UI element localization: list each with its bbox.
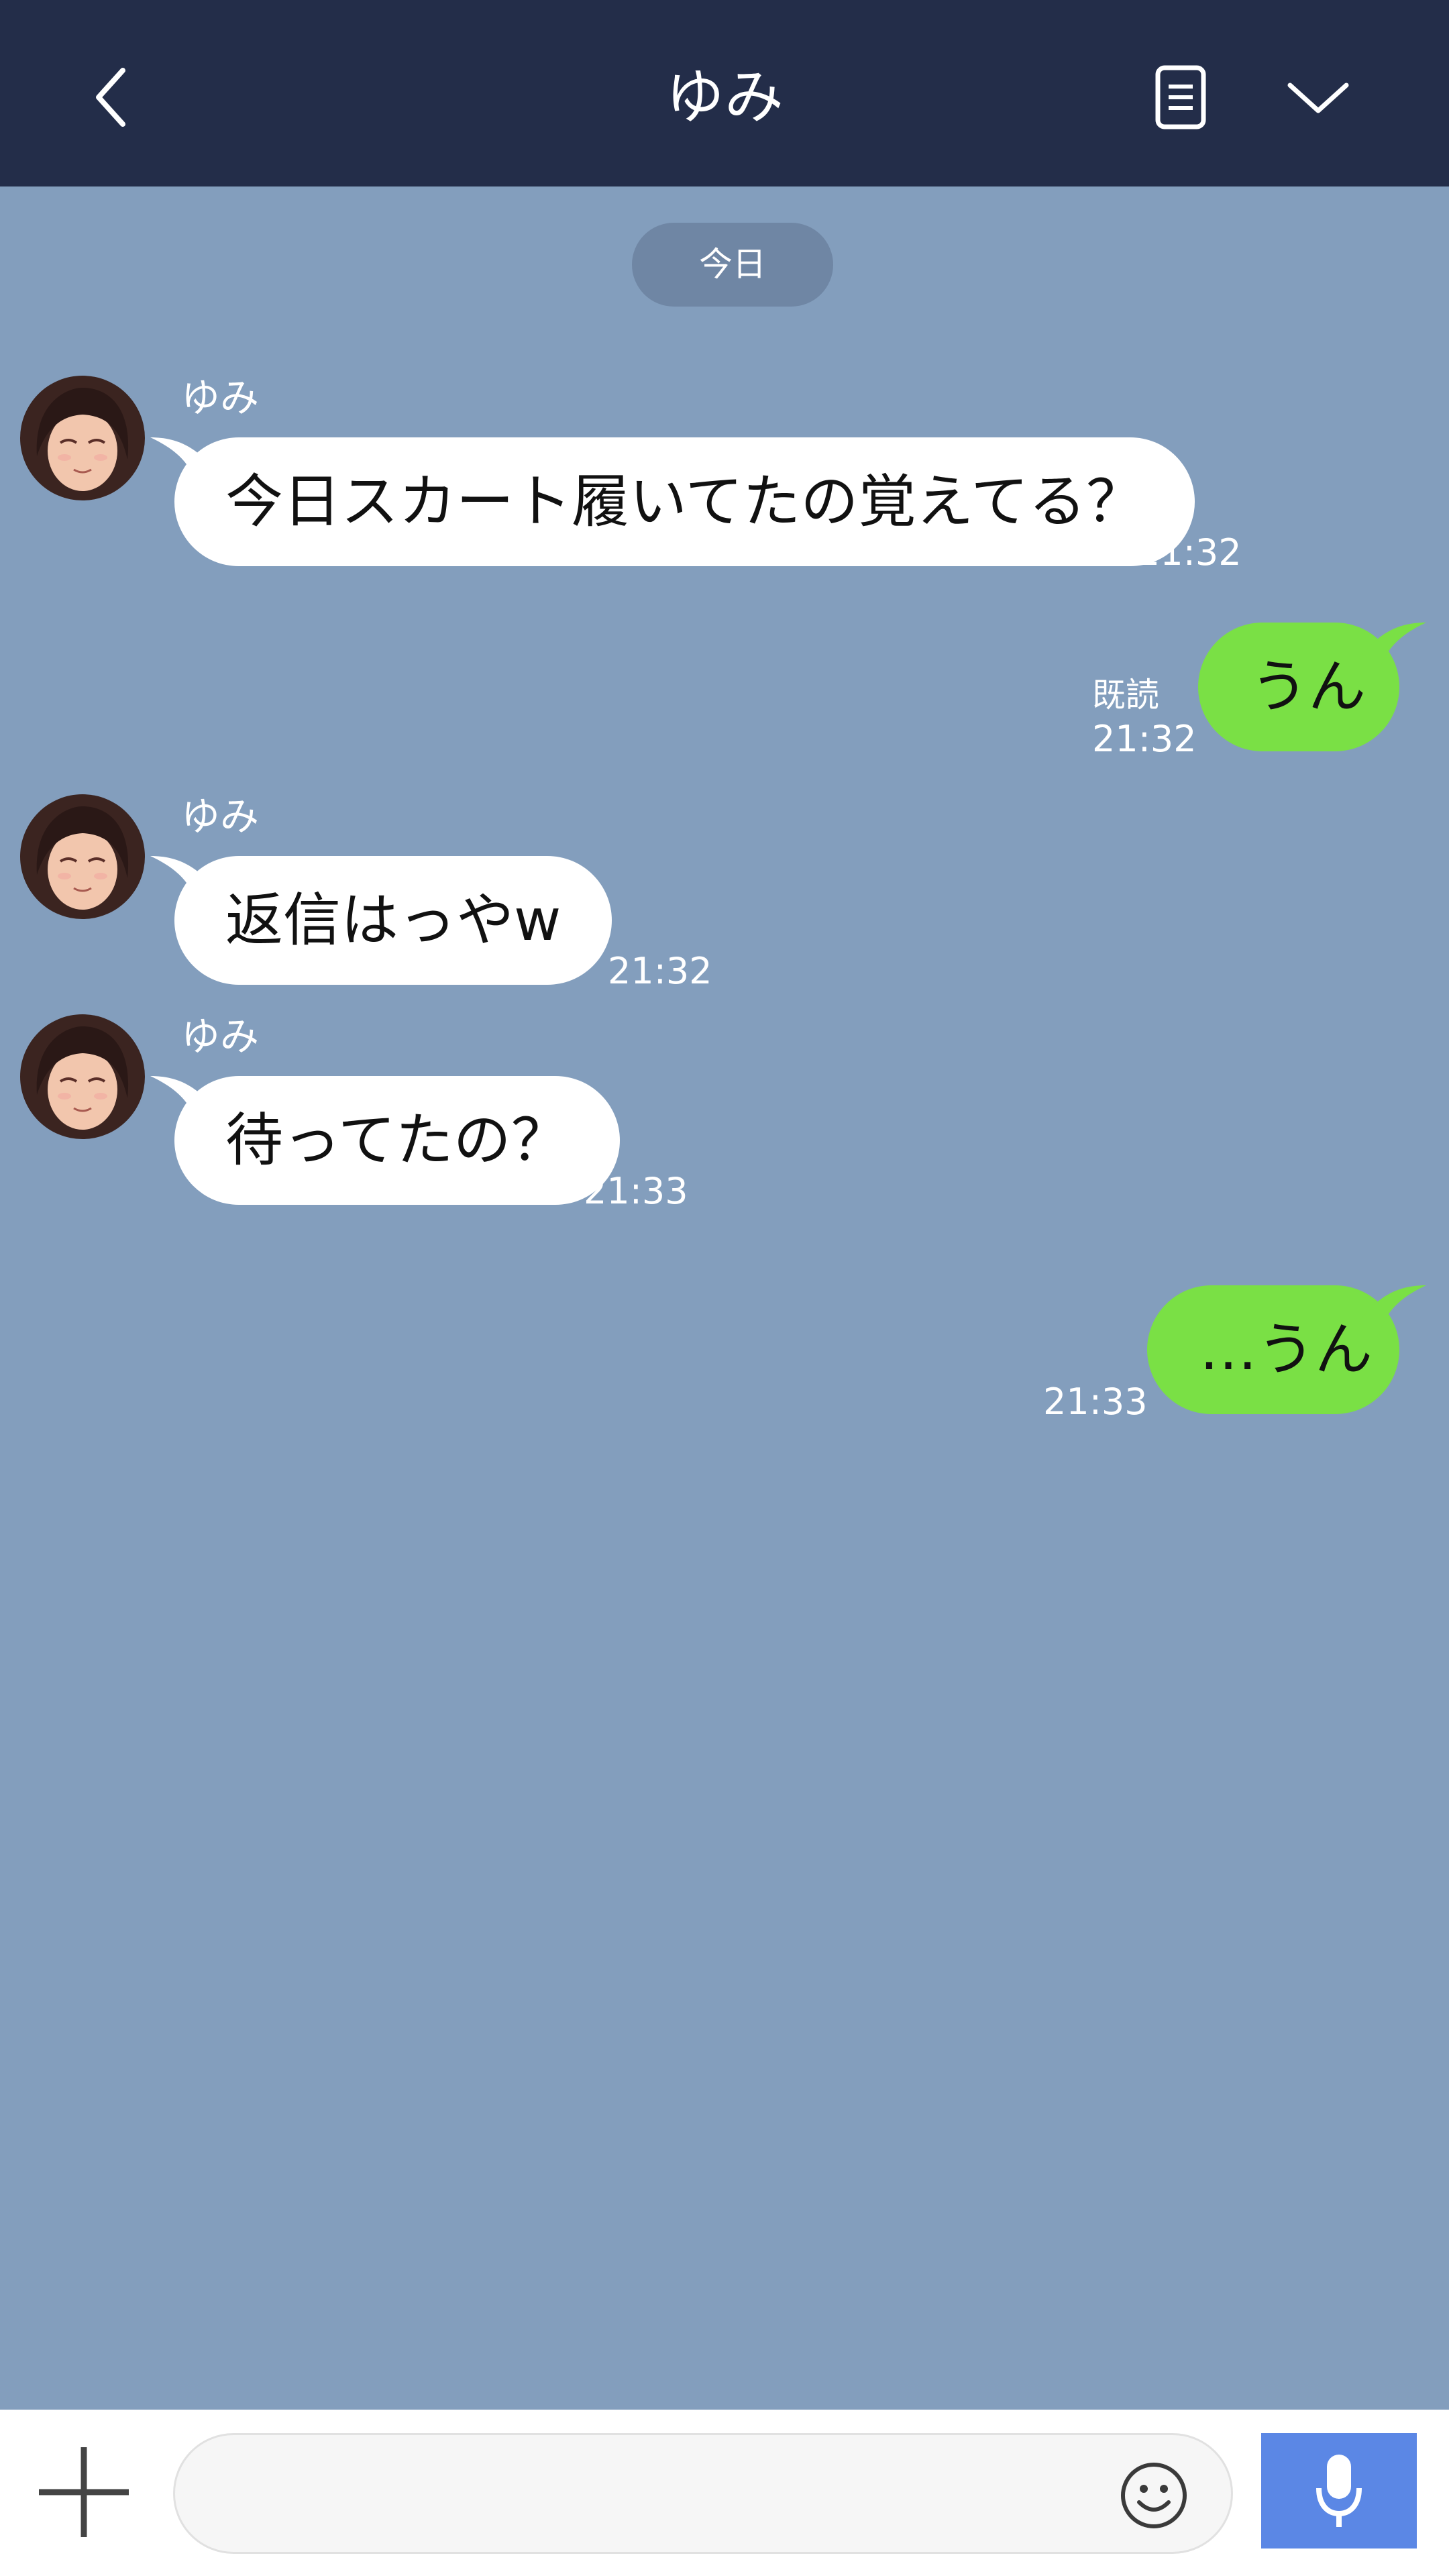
notes-button[interactable] (1144, 60, 1218, 134)
message-input[interactable] (173, 2433, 1233, 2554)
plus-icon (39, 2447, 129, 2537)
message-bubble[interactable]: 今日スカート履いてたの覚えてる？ (150, 437, 1195, 566)
message-time: 21:33 (584, 1170, 688, 1212)
avatar[interactable] (20, 376, 145, 500)
message-text: …うん (1199, 1316, 1373, 1383)
microphone-icon (1316, 2455, 1362, 2527)
message-text: 今日スカート履いてたの覚えてる？ (225, 468, 1144, 535)
bubble-tail (1352, 623, 1426, 672)
message-bubble[interactable]: 返信はっやw (150, 856, 612, 985)
menu-button[interactable] (1281, 60, 1355, 134)
message-time: 21:32 (608, 950, 712, 992)
avatar-image (20, 376, 145, 500)
smiley-icon (1121, 2463, 1187, 2528)
sender-name: ゆみ (181, 375, 260, 421)
message-time: 21:32 (1137, 531, 1242, 574)
message-time: 21:32 (1092, 718, 1197, 760)
bubble-tail (1352, 1285, 1426, 1335)
sender-name: ゆみ (181, 1014, 260, 1059)
message-text: うん (1250, 653, 1366, 720)
voice-button[interactable] (1261, 2433, 1417, 2548)
read-receipt: 既読 (1092, 676, 1159, 714)
add-attachment-button[interactable] (34, 2442, 134, 2542)
chevron-down-icon (1287, 83, 1349, 113)
message-time: 21:33 (1043, 1381, 1148, 1423)
message-bubble[interactable]: うん (1198, 623, 1426, 751)
avatar[interactable] (20, 794, 145, 919)
note-icon (1155, 65, 1206, 129)
message-text: 返信はっやw (225, 887, 561, 954)
chat-title: ゆみ (665, 62, 784, 131)
message-bubble[interactable]: …うん (1147, 1285, 1426, 1414)
avatar-image (20, 794, 145, 919)
bubble-tail (150, 437, 224, 487)
avatar[interactable] (20, 1014, 145, 1139)
bubble-tail (150, 1076, 224, 1126)
emoji-button[interactable] (1117, 2459, 1191, 2532)
sender-name: ゆみ (181, 794, 260, 839)
message-text: 待ってたの？ (225, 1107, 569, 1174)
date-divider: 今日 (632, 223, 833, 307)
bubble-tail (150, 856, 224, 906)
message-bubble[interactable]: 待ってたの？ (150, 1076, 620, 1205)
avatar-image (20, 1014, 145, 1139)
chat-header: ゆみ (0, 0, 1449, 186)
